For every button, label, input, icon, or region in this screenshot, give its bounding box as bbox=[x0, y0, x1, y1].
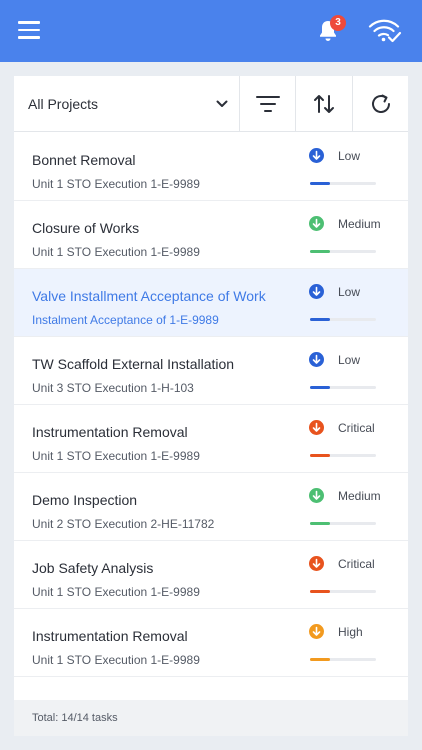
priority-label: High bbox=[338, 625, 363, 639]
task-title: Bonnet Removal bbox=[32, 152, 136, 168]
progress-fill bbox=[310, 318, 330, 321]
task-row[interactable]: TW Scaffold External Installation Unit 3 … bbox=[14, 337, 408, 405]
task-row[interactable]: Instrumentation Removal Unit 1 STO Execut… bbox=[14, 405, 408, 473]
task-title: Instrumentation Removal bbox=[32, 424, 188, 440]
top-app-bar: 3 bbox=[0, 0, 422, 62]
task-subtitle: Unit 3 STO Execution 1-H-103 bbox=[32, 381, 194, 395]
task-row[interactable]: Demo Inspection Unit 2 STO Execution 2-HE… bbox=[14, 473, 408, 541]
progress-fill bbox=[310, 386, 330, 389]
progress-fill bbox=[310, 522, 330, 525]
progress-bar bbox=[310, 590, 376, 593]
task-title: Demo Inspection bbox=[32, 492, 138, 508]
task-title: Valve Installment Acceptance of Work bbox=[32, 288, 266, 304]
task-list: Bonnet Removal Unit 1 STO Execution 1-E-9… bbox=[14, 133, 408, 677]
menu-icon[interactable] bbox=[18, 21, 40, 39]
task-subtitle: Unit 2 STO Execution 2-HE-11782 bbox=[32, 517, 215, 531]
progress-bar bbox=[310, 318, 376, 321]
wifi-connected-icon[interactable] bbox=[368, 18, 402, 44]
priority-label: Low bbox=[338, 149, 361, 163]
progress-bar bbox=[310, 454, 376, 457]
task-title: Closure of Works bbox=[32, 220, 140, 236]
task-row[interactable]: Instrumentation Removal Unit 1 STO Execut… bbox=[14, 609, 408, 677]
priority-arrow-down-icon bbox=[309, 352, 324, 367]
priority-arrow-down-icon bbox=[309, 216, 324, 231]
task-list-card: All Projects Bonnet Removal Unit 1 STO E… bbox=[14, 76, 408, 736]
priority-label: Medium bbox=[338, 217, 381, 231]
filter-icon bbox=[255, 96, 280, 112]
progress-bar bbox=[310, 658, 376, 661]
task-subtitle: Unit 1 STO Execution 1-E-9989 bbox=[32, 449, 200, 463]
progress-fill bbox=[310, 658, 330, 661]
priority-label: Low bbox=[338, 353, 361, 367]
priority-arrow-down-icon bbox=[309, 148, 324, 163]
sort-icon bbox=[314, 95, 334, 113]
progress-bar bbox=[310, 250, 376, 253]
task-row[interactable]: Job Safety Analysis Unit 1 STO Execution … bbox=[14, 541, 408, 609]
task-subtitle: Unit 1 STO Execution 1-E-9989 bbox=[32, 585, 200, 599]
task-title: Job Safety Analysis bbox=[32, 560, 154, 576]
project-filter-value: All Projects bbox=[28, 96, 99, 112]
priority-label: Critical bbox=[338, 421, 375, 435]
priority-arrow-down-icon bbox=[309, 488, 324, 503]
priority-label: Critical bbox=[338, 557, 375, 571]
priority-arrow-down-icon bbox=[309, 624, 324, 639]
task-title: TW Scaffold External Installation bbox=[32, 356, 235, 372]
refresh-button[interactable] bbox=[353, 76, 408, 132]
task-subtitle: Instalment Acceptance of 1-E-9989 bbox=[32, 313, 219, 327]
task-row[interactable]: Closure of Works Unit 1 STO Execution 1-E… bbox=[14, 201, 408, 269]
priority-arrow-down-icon bbox=[309, 420, 324, 435]
task-title: Instrumentation Removal bbox=[32, 628, 188, 644]
progress-fill bbox=[310, 182, 330, 185]
progress-bar bbox=[310, 182, 376, 185]
sort-button[interactable] bbox=[296, 76, 353, 132]
project-filter-select[interactable]: All Projects bbox=[14, 76, 240, 132]
notification-badge: 3 bbox=[330, 15, 346, 31]
list-footer: Total: 14/14 tasks bbox=[14, 700, 408, 736]
task-row[interactable]: Bonnet Removal Unit 1 STO Execution 1-E-9… bbox=[14, 133, 408, 201]
priority-label: Medium bbox=[338, 489, 381, 503]
priority-arrow-down-icon bbox=[309, 284, 324, 299]
task-row[interactable]: Valve Installment Acceptance of Work Inst… bbox=[14, 269, 408, 337]
progress-bar bbox=[310, 522, 376, 525]
refresh-icon bbox=[371, 94, 390, 113]
task-subtitle: Unit 1 STO Execution 1-E-9989 bbox=[32, 177, 200, 191]
chevron-down-icon bbox=[216, 100, 228, 107]
priority-label: Low bbox=[338, 285, 361, 299]
task-total: Total: 14/14 tasks bbox=[32, 712, 118, 724]
task-subtitle: Unit 1 STO Execution 1-E-9989 bbox=[32, 653, 200, 667]
progress-fill bbox=[310, 454, 330, 457]
task-subtitle: Unit 1 STO Execution 1-E-9989 bbox=[32, 245, 200, 259]
filter-button[interactable] bbox=[240, 76, 296, 132]
progress-fill bbox=[310, 250, 330, 253]
progress-fill bbox=[310, 590, 330, 593]
progress-bar bbox=[310, 386, 376, 389]
priority-arrow-down-icon bbox=[309, 556, 324, 571]
list-toolbar: All Projects bbox=[14, 76, 408, 132]
